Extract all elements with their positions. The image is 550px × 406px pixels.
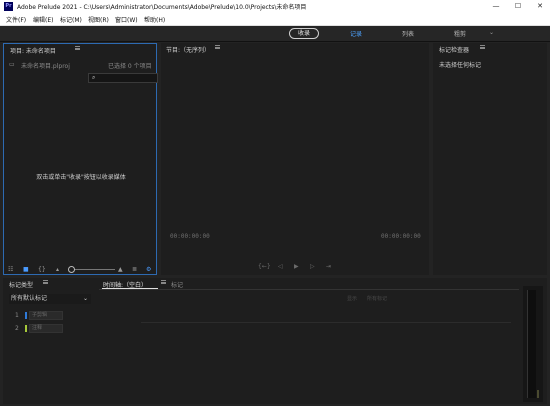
search-input[interactable]: ⌕: [88, 73, 158, 83]
program-monitor-panel: 节目:（无序列） 00:00:00:00 00:00:00:00 {←} ◁ ▶…: [161, 43, 429, 275]
freeform-view-icon[interactable]: {}: [38, 266, 46, 273]
menu-bar: 文件(F) 编辑(E) 标记(M) 视图(R) 窗口(W) 帮助(H): [0, 13, 550, 26]
zoom-out-icon[interactable]: ▴: [56, 266, 59, 273]
tab-markers[interactable]: 标记: [171, 280, 183, 289]
menu-view[interactable]: 视图(R): [88, 15, 109, 24]
title-bar: Pr Adobe Prelude 2021 - C:\Users\Adminis…: [0, 0, 550, 13]
step-forward-icon[interactable]: ▷: [310, 263, 315, 270]
maximize-button[interactable]: ☐: [508, 0, 528, 13]
play-icon[interactable]: ▶: [294, 263, 299, 270]
audio-meter-level: [537, 390, 539, 398]
mark-in-out-icon[interactable]: {←}: [258, 263, 271, 270]
window-title: Adobe Prelude 2021 - C:\Users\Administra…: [17, 4, 307, 11]
workspace-bar: 收录 记录 列表 粗剪 ⌄: [0, 26, 550, 42]
timeline-menu-icon[interactable]: [161, 280, 166, 284]
timecode-duration: 00:00:00:00: [381, 233, 421, 240]
zoom-in-icon[interactable]: ▲: [118, 266, 123, 273]
inspector-menu-icon[interactable]: [480, 45, 485, 49]
project-panel: 项目: 未命名项目 ▭ 未命名项目.plproj 已选择 0 个项目 ⌕ 双击或…: [3, 43, 158, 275]
workspace-chevron-icon[interactable]: ⌄: [489, 29, 494, 36]
selected-count: 已选择 0 个项目: [108, 63, 152, 70]
menu-edit[interactable]: 编辑(E): [33, 15, 53, 24]
drop-hint: 双击或单击"收录"按钮以收录媒体: [36, 174, 126, 181]
inspector-empty-text: 未选择任何标记: [439, 62, 482, 69]
sort-icon[interactable]: ≣: [132, 266, 137, 273]
audio-meter-bar: [527, 290, 536, 398]
close-button[interactable]: ✕: [530, 0, 550, 13]
project-panel-title: 项目: 未命名项目: [10, 48, 56, 55]
app-icon: Pr: [4, 2, 13, 11]
project-file-icon: ▭: [9, 61, 15, 68]
marker-inspector-panel: 标记检查器 未选择任何标记: [433, 43, 547, 275]
bottom-area: 标记类型 所有默认标记 ⌄ 1 子剪辑 2 注释 时间轴:（空白） 标记 显示 …: [3, 278, 547, 404]
minimize-button[interactable]: —: [486, 0, 506, 13]
timecode-current[interactable]: 00:00:00:00: [170, 233, 210, 240]
subclip-marker-button[interactable]: 子剪辑: [29, 311, 63, 320]
new-item-icon[interactable]: ⚙: [146, 266, 151, 273]
marker-set-select[interactable]: 所有默认标记 ⌄: [9, 294, 91, 304]
marker-type-menu-icon[interactable]: [43, 280, 48, 284]
search-icon: ⌕: [92, 74, 96, 81]
subclip-color-chip: [25, 312, 27, 319]
timeline-panel: 时间轴:（空白） 标记 显示 所有标记: [99, 278, 519, 404]
comment-color-chip: [25, 325, 27, 332]
marker-type-panel: 标记类型 所有默认标记 ⌄ 1 子剪辑 2 注释: [3, 278, 95, 404]
zoom-slider-knob[interactable]: [68, 266, 75, 273]
marker-row-key: 2: [15, 325, 19, 332]
menu-help[interactable]: 帮助(H): [144, 15, 165, 24]
marker-type-title: 标记类型: [9, 282, 34, 289]
menu-window[interactable]: 窗口(W): [115, 15, 138, 24]
project-toolbar: ☷ ■ {} ▴ ▲ ≣ ⚙: [4, 262, 156, 274]
app-window: Pr Adobe Prelude 2021 - C:\Users\Adminis…: [0, 0, 550, 406]
timeline-track: [141, 322, 511, 323]
hamburger-menu-icon[interactable]: [75, 46, 80, 50]
tab-list[interactable]: 列表: [402, 29, 414, 38]
icon-view-icon[interactable]: ■: [23, 266, 29, 273]
inspector-title: 标记检查器: [439, 47, 470, 54]
marker-set-value: 所有默认标记: [11, 295, 48, 302]
monitor-title: 节目:（无序列）: [166, 47, 211, 54]
comment-marker-button[interactable]: 注释: [29, 324, 63, 333]
tab-logging[interactable]: 记录: [350, 29, 362, 38]
audio-meter: [523, 286, 543, 402]
project-file-name: 未命名项目.plproj: [21, 63, 70, 70]
display-label: 显示: [347, 296, 358, 302]
marker-row-key: 1: [15, 312, 19, 319]
menu-marker[interactable]: 标记(M): [60, 15, 82, 24]
export-frame-icon[interactable]: ⇥: [326, 263, 331, 270]
step-back-icon[interactable]: ◁: [278, 263, 283, 270]
tab-rough-cut[interactable]: 粗剪: [454, 29, 466, 38]
display-select[interactable]: 所有标记: [367, 295, 387, 302]
monitor-menu-icon[interactable]: [215, 45, 220, 49]
menu-file[interactable]: 文件(F): [6, 15, 26, 24]
list-view-icon[interactable]: ☷: [8, 266, 13, 273]
ingest-button[interactable]: 收录: [289, 28, 320, 39]
chevron-down-icon: ⌄: [82, 295, 88, 302]
tab-divider: [99, 289, 519, 290]
zoom-slider-track[interactable]: [69, 269, 115, 270]
